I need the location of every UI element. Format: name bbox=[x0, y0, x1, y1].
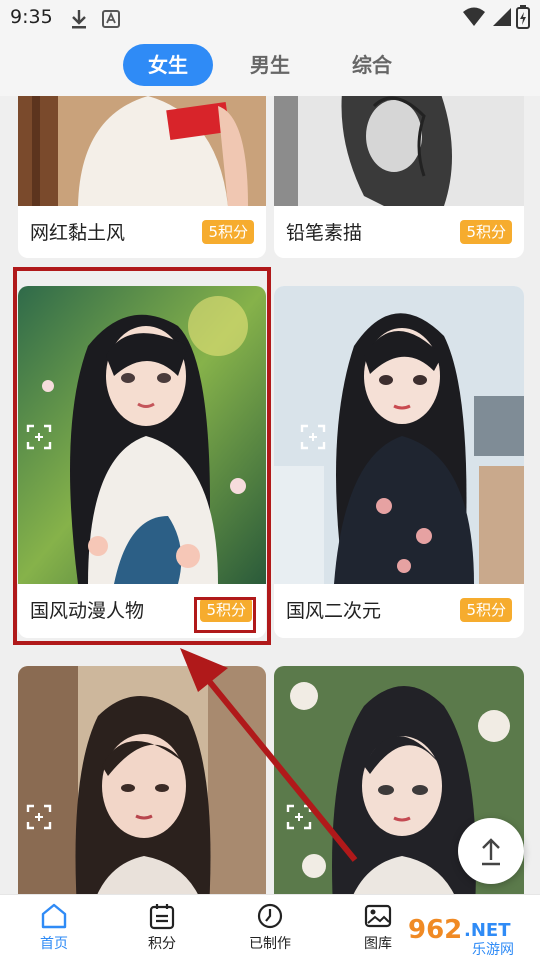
style-card[interactable]: 铅笔素描 5积分 bbox=[274, 96, 524, 258]
category-tabs: 女生 男生 综合 bbox=[0, 36, 540, 96]
battery-icon bbox=[516, 5, 530, 29]
style-title: 国风二次元 bbox=[286, 600, 382, 622]
nav-label: 积分 bbox=[148, 936, 176, 952]
style-card[interactable]: 国风二次元 5积分 bbox=[274, 286, 524, 638]
expand-icon[interactable] bbox=[26, 804, 52, 830]
style-card[interactable]: 网红黏土风 5积分 bbox=[18, 96, 266, 258]
tab-male[interactable]: 男生 bbox=[225, 44, 315, 86]
wifi-icon bbox=[463, 7, 485, 26]
nav-label: 首页 bbox=[40, 936, 68, 952]
status-time: 9:35 bbox=[10, 6, 53, 28]
watermark-suffix: .NET bbox=[464, 920, 511, 941]
watermark-logo: 962 .NET 乐游网 bbox=[400, 908, 540, 960]
style-thumbnail bbox=[274, 96, 524, 206]
points-icon bbox=[149, 904, 175, 930]
style-title: 网红黏土风 bbox=[30, 222, 126, 244]
tab-female[interactable]: 女生 bbox=[123, 44, 213, 86]
nav-home[interactable]: 首页 bbox=[14, 901, 94, 953]
points-badge: 5积分 bbox=[460, 220, 512, 244]
points-badge: 5积分 bbox=[460, 598, 512, 622]
nav-created[interactable]: 已制作 bbox=[230, 901, 310, 953]
clock-icon bbox=[257, 903, 283, 929]
annotation-arrow-icon bbox=[180, 648, 358, 862]
home-icon bbox=[41, 903, 67, 929]
tab-general[interactable]: 综合 bbox=[327, 44, 417, 86]
upload-arrow-icon bbox=[482, 838, 500, 866]
gallery-icon bbox=[364, 904, 392, 928]
scroll-top-button[interactable] bbox=[458, 818, 524, 884]
badge-highlight-frame bbox=[194, 597, 256, 633]
watermark-sub: 乐游网 bbox=[472, 942, 514, 958]
style-thumbnail bbox=[18, 96, 266, 206]
nav-points[interactable]: 积分 bbox=[122, 901, 202, 953]
expand-icon[interactable] bbox=[300, 424, 326, 450]
style-title: 铅笔素描 bbox=[286, 222, 363, 244]
notification-app-icon bbox=[102, 10, 120, 28]
points-badge: 5积分 bbox=[202, 220, 254, 244]
signal-icon bbox=[493, 8, 511, 26]
watermark-brand: 962 bbox=[408, 915, 462, 945]
download-icon bbox=[72, 10, 86, 29]
status-bar: 9:35 bbox=[0, 0, 540, 36]
nav-label: 已制作 bbox=[249, 936, 291, 952]
highlight-frame bbox=[13, 267, 271, 645]
